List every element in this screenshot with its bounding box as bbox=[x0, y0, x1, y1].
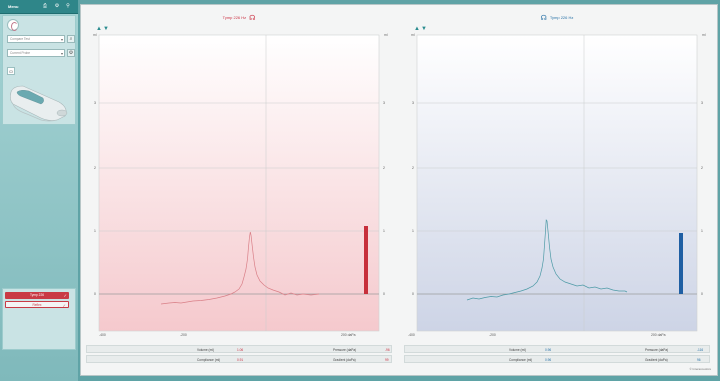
pin-icon[interactable]: ⚲ bbox=[65, 3, 71, 9]
y-tick: 3 bbox=[383, 101, 385, 105]
x-tick: -400 bbox=[408, 333, 415, 337]
sidebar-panel: Compare Test ▾ ⌕ Current Probe ▾ ⚙ ☊ bbox=[2, 15, 76, 125]
info-row-2: Compliance (ml) 0.91 Gradient (daPa) 99 bbox=[86, 355, 392, 363]
sidebar: Menu ⎙ ⚙ ⚲ Compare Test ▾ ⌕ Current Prob… bbox=[0, 0, 78, 381]
x-tick: -200 bbox=[180, 333, 187, 337]
x-tick: 200 daPa bbox=[651, 333, 666, 337]
y-tick: 3 bbox=[412, 101, 414, 105]
left-ear-icon: ☊ bbox=[540, 15, 547, 22]
y-tick: 2 bbox=[94, 166, 96, 170]
test-item-reflex[interactable]: Reflex ✓ bbox=[5, 301, 69, 308]
y-tick: 0 bbox=[701, 292, 703, 296]
print-icon[interactable]: ⎙ bbox=[42, 3, 48, 9]
compliance-value: 0.96 bbox=[545, 358, 552, 362]
search-button[interactable]: ⌕ bbox=[67, 35, 75, 43]
y-tick: 1 bbox=[412, 229, 414, 233]
info-row-1: Volume (ml) 1.06 Pressure (daPa) -96 bbox=[86, 345, 392, 353]
y-tick: 2 bbox=[701, 166, 703, 170]
y-unit-left: ml bbox=[411, 33, 415, 37]
y-tick: 1 bbox=[701, 229, 703, 233]
y-tick: 0 bbox=[383, 292, 385, 296]
tympanogram-left-ear: Tymp 226 Hz ☊ ▲▼ ml ml 3 2 1 0 3 2 1 0 -4… bbox=[83, 9, 395, 371]
y-tick: 0 bbox=[412, 292, 414, 296]
y-tick: 3 bbox=[94, 101, 96, 105]
gradient-value: 99 bbox=[385, 358, 389, 362]
brand-footer: © Interacoustics bbox=[689, 367, 711, 371]
sidebar-header: Menu ⎙ ⚙ ⚲ bbox=[0, 0, 78, 14]
gradient-value: 96 bbox=[697, 358, 701, 362]
info-row-1: Volume (ml) 0.96 Pressure (daPa) -116 bbox=[404, 345, 710, 353]
scale-arrows[interactable]: ▲▼ bbox=[96, 26, 110, 32]
y-unit-right: ml bbox=[384, 33, 388, 37]
probe-select[interactable]: Current Probe ▾ bbox=[7, 49, 65, 57]
y-unit-left: ml bbox=[93, 33, 97, 37]
plot-area bbox=[98, 34, 380, 332]
check-icon: ✓ bbox=[62, 303, 66, 308]
panel-title: Tymp 226 Hz ☊ bbox=[222, 15, 256, 22]
tympanogram-right-ear: ☊ Tymp 226 Hz ▲▼ ml ml 3 2 1 0 3 2 1 0 -4… bbox=[401, 9, 713, 371]
plot-area bbox=[416, 34, 698, 332]
y-tick: 1 bbox=[383, 229, 385, 233]
volume-value: 1.06 bbox=[237, 348, 244, 352]
y-unit-right: ml bbox=[702, 33, 706, 37]
y-tick: 2 bbox=[383, 166, 385, 170]
ear-logo-icon bbox=[7, 19, 19, 31]
y-tick: 1 bbox=[94, 229, 96, 233]
test-list-panel: Tymp 226 ✓ Reflex ✓ bbox=[2, 288, 76, 350]
pressure-value: -116 bbox=[697, 348, 704, 352]
pressure-value: -96 bbox=[385, 348, 390, 352]
main-area: Tymp 226 Hz ☊ ▲▼ ml ml 3 2 1 0 3 2 1 0 -4… bbox=[80, 4, 718, 376]
panel-title: ☊ Tymp 226 Hz bbox=[540, 15, 574, 22]
x-tick: 200 daPa bbox=[341, 333, 356, 337]
volume-value: 0.96 bbox=[545, 348, 552, 352]
protocol-select[interactable]: Compare Test ▾ bbox=[7, 35, 65, 43]
sidebar-title: Menu bbox=[8, 4, 19, 9]
tympanogram-plot-right bbox=[416, 34, 698, 332]
probe-settings-button[interactable]: ⚙ bbox=[67, 49, 75, 57]
scale-arrows[interactable]: ▲▼ bbox=[414, 26, 428, 32]
right-ear-icon: ☊ bbox=[249, 15, 256, 22]
x-tick: -400 bbox=[99, 333, 106, 337]
check-icon: ✓ bbox=[63, 293, 67, 298]
x-tick: -200 bbox=[489, 333, 496, 337]
y-tick: 0 bbox=[94, 292, 96, 296]
compliance-value: 0.91 bbox=[237, 358, 244, 362]
chevron-down-icon: ▾ bbox=[60, 51, 63, 56]
ear-canal-volume-bar bbox=[679, 233, 683, 294]
info-row-2: Compliance (ml) 0.96 Gradient (daPa) 96 bbox=[404, 355, 710, 363]
chevron-down-icon: ▾ bbox=[60, 37, 63, 42]
tympanometer-device-image bbox=[10, 85, 68, 122]
probe-status-icon[interactable]: ☊ bbox=[7, 67, 15, 75]
y-tick: 2 bbox=[412, 166, 414, 170]
tympanogram-plot-left bbox=[98, 34, 380, 332]
settings-icon[interactable]: ⚙ bbox=[54, 3, 60, 9]
ear-canal-volume-bar bbox=[364, 226, 368, 294]
test-item-tymp[interactable]: Tymp 226 ✓ bbox=[5, 292, 69, 299]
y-tick: 3 bbox=[701, 101, 703, 105]
